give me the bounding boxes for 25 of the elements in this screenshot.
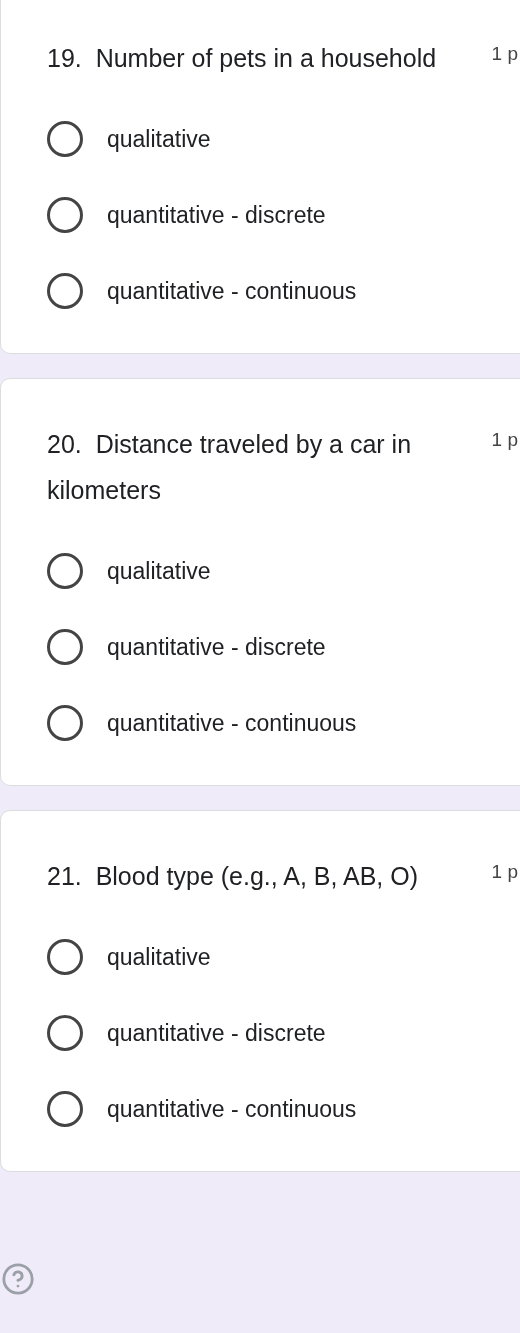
option-label[interactable]: quantitative - discrete <box>107 629 326 665</box>
option-label[interactable]: quantitative - continuous <box>107 1091 357 1127</box>
option-label[interactable]: qualitative <box>107 121 211 157</box>
option-label[interactable]: qualitative <box>107 553 211 589</box>
question-title: 19. Number of pets in a household <box>47 43 438 74</box>
question-title: 21. Blood type (e.g., A, B, AB, O) <box>47 861 420 892</box>
points-label: 1 p <box>491 42 518 66</box>
radio-button[interactable] <box>47 1015 83 1051</box>
points-label: 1 p <box>491 428 518 452</box>
question-title: 20. Distance traveled by a car in kilometers <box>47 429 413 506</box>
option-label[interactable]: quantitative - discrete <box>107 197 326 233</box>
radio-button[interactable] <box>47 197 83 233</box>
radio-button[interactable] <box>47 121 83 157</box>
radio-button[interactable] <box>47 629 83 665</box>
option-label[interactable]: quantitative - continuous <box>107 705 357 741</box>
radio-button[interactable] <box>47 273 83 309</box>
radio-button[interactable] <box>47 553 83 589</box>
radio-button[interactable] <box>47 1091 83 1127</box>
option-label[interactable]: quantitative - discrete <box>107 1015 326 1051</box>
option-label[interactable]: quantitative - continuous <box>107 273 357 309</box>
points-label: 1 p <box>491 860 518 884</box>
radio-button[interactable] <box>47 705 83 741</box>
radio-button[interactable] <box>47 939 83 975</box>
help-icon <box>1 1262 35 1296</box>
option-label[interactable]: qualitative <box>107 939 211 975</box>
